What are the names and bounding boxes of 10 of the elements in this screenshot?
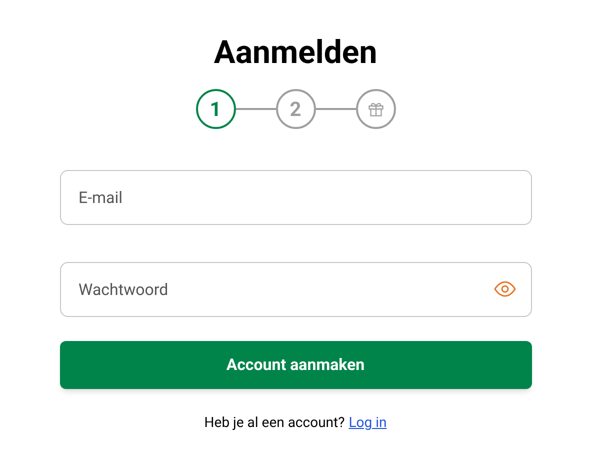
- step-indicator: 2: [276, 89, 316, 129]
- eye-icon[interactable]: [494, 281, 516, 297]
- login-link[interactable]: Log in: [348, 413, 387, 433]
- step-indicator: 1: [196, 89, 236, 129]
- page-title: Aanmelden: [214, 33, 378, 71]
- login-prompt: Heb je al een account?: [204, 414, 345, 433]
- password-field[interactable]: Wachtwoord: [60, 262, 532, 317]
- create-account-button[interactable]: Account aanmaken: [60, 341, 532, 389]
- email-field[interactable]: E-mail: [60, 170, 532, 225]
- gift-icon: [366, 100, 384, 118]
